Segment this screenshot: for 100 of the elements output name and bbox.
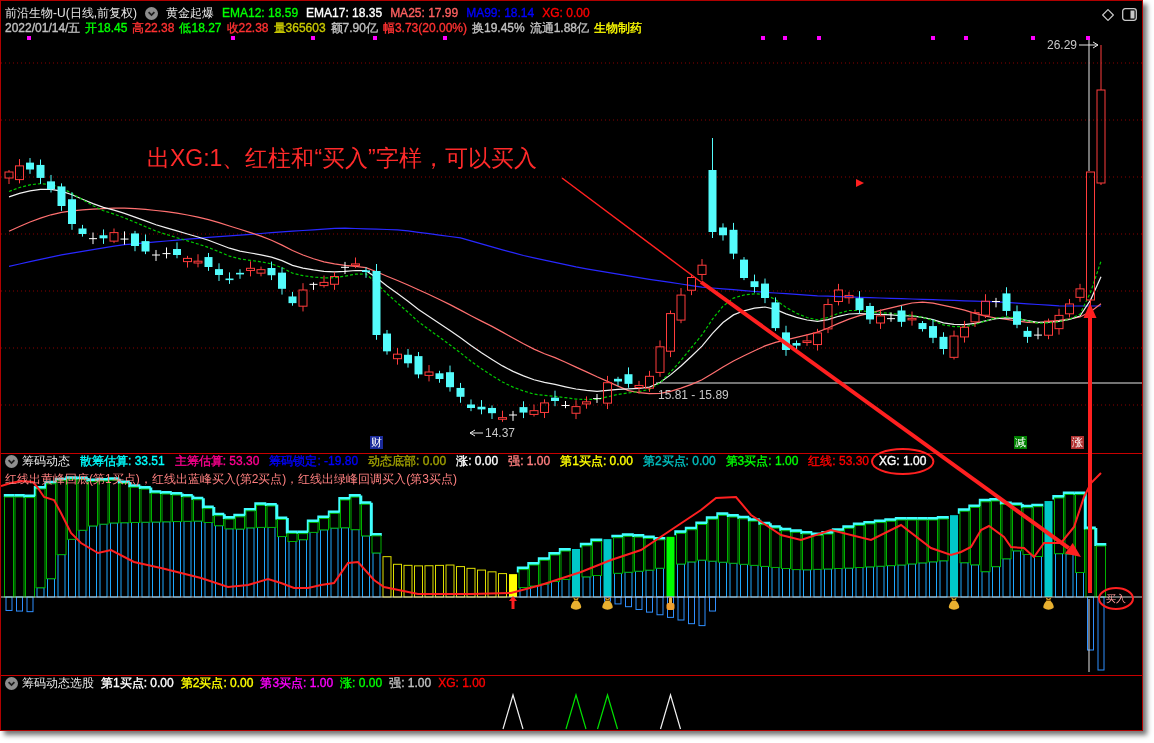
- indicator-value: 强: 1.00: [389, 676, 432, 691]
- quote-value: 开18.45: [85, 21, 128, 36]
- signal-marker-icon: [783, 36, 787, 40]
- chip-column: [498, 573, 507, 598]
- event-marker: 减: [1014, 436, 1027, 449]
- chip-column: [611, 534, 624, 605]
- pointer-arrow: [1078, 41, 1099, 49]
- buy-label: 买入: [1106, 593, 1126, 604]
- quote-value: 换19.45%: [472, 21, 525, 36]
- panel-title: 筹码动态选股: [22, 676, 94, 691]
- indicator-value: 第1买点: 0.00: [560, 454, 633, 469]
- triangle-marker-icon: [856, 179, 864, 187]
- price-label: 14.37: [485, 426, 516, 440]
- indicator-value: 涨: 0.00: [340, 676, 383, 691]
- chip-column: [477, 569, 486, 598]
- chip-column: [403, 564, 413, 598]
- signal-marker-icon: [443, 36, 447, 40]
- event-marker: 财: [370, 436, 383, 449]
- highlight-ellipse: [871, 448, 935, 475]
- money-bag-icon: [1043, 597, 1054, 610]
- chevron-down-icon[interactable]: [5, 677, 18, 690]
- indicator-value: EMA17: 18.35: [306, 6, 383, 21]
- quote-value: 高22.38: [132, 21, 175, 36]
- signal-marker-icon: [817, 36, 821, 40]
- panel-title: 筹码动态: [22, 454, 70, 469]
- chip-column: [579, 542, 592, 598]
- indicator-value: 主筹估算: 53.30: [174, 454, 260, 469]
- chip-column: [548, 552, 561, 598]
- chip-column: [779, 526, 792, 598]
- indicator-value: 涨: 0.00: [456, 454, 499, 469]
- chip-column: [789, 528, 802, 598]
- indicator-value: XG: 1.00: [879, 454, 927, 469]
- buy-signal-bar: [572, 549, 580, 597]
- pointer-arrow: [469, 429, 484, 437]
- chip-column: [527, 562, 540, 598]
- annotation-text: 出XG:1、红柱和“买入”字样，可以买入: [147, 144, 537, 172]
- indicator-value: 筹码锁定: -19.80: [269, 454, 359, 469]
- indicator-value: MA25: 17.99: [390, 6, 459, 21]
- money-bag-icon: [602, 597, 613, 610]
- chip-column: [445, 564, 455, 598]
- stock-title: 前沿生物-U(日线,前复权): [5, 6, 137, 21]
- diamond-icon[interactable]: [1102, 8, 1114, 21]
- chip-column: [800, 530, 813, 598]
- quote-value: 生物制药: [594, 21, 643, 36]
- panel-toggle-icon[interactable]: [1122, 8, 1137, 21]
- highlight-ellipse: [1098, 587, 1134, 610]
- indicator-value: 第1买点: 0.00: [101, 676, 174, 691]
- formula-name: 黄金起爆: [166, 6, 214, 21]
- chip-column: [424, 565, 434, 598]
- chip-column: [537, 557, 550, 598]
- buy-signal-bar: [603, 539, 612, 602]
- chevron-down-icon[interactable]: [5, 455, 18, 468]
- price-label: 15.81 - 15.89: [658, 388, 729, 402]
- indicator-value: 红线: 53.30: [808, 454, 869, 469]
- signal-marker-icon: [27, 36, 31, 40]
- chip-column: [296, 530, 309, 598]
- signal-marker-icon: [1086, 36, 1090, 40]
- chip-column: [435, 564, 444, 598]
- signal-marker-icon: [931, 36, 935, 40]
- chip-column: [590, 538, 603, 598]
- event-marker: 涨: [1071, 436, 1084, 449]
- signal-marker-icon: [231, 36, 235, 40]
- chip-column: [487, 571, 497, 598]
- chip-column: [414, 565, 423, 598]
- indicator-value: 第3买点: 1.00: [725, 454, 799, 469]
- signal-spike: [502, 692, 524, 730]
- indicator-value: EMA12: 18.59: [222, 6, 299, 21]
- money-bag-icon: [948, 597, 960, 610]
- chip-column: [810, 531, 823, 598]
- money-bag-icon: [570, 597, 582, 610]
- quote-value: 额7.90亿: [330, 21, 378, 36]
- indicator-value: 散筹估算: 33.51: [80, 454, 165, 469]
- chip-column: [821, 531, 834, 598]
- chip-column: [558, 548, 571, 598]
- signal-marker-icon: [373, 36, 377, 40]
- indicator-value: 强: 1.00: [508, 454, 551, 469]
- indicator-value: XG: 0.00: [542, 6, 590, 21]
- quote-value: 收22.38: [226, 21, 269, 36]
- signal-marker-icon: [1031, 36, 1035, 40]
- buy-signal-bar: [509, 574, 517, 597]
- chip-column: [393, 563, 402, 598]
- chip-column: [466, 567, 476, 598]
- quote-value: 2022/01/14/五: [5, 21, 81, 36]
- chip-column: [456, 566, 465, 598]
- pointing-hand-icon: [666, 597, 675, 610]
- signal-spike: [596, 692, 619, 730]
- chevron-down-icon[interactable]: [145, 7, 158, 20]
- quote-value: 量365603: [273, 21, 326, 36]
- indicator-value: MA99: 18.14: [466, 6, 535, 21]
- indicator-value: 第2买点: 0.00: [180, 676, 254, 691]
- signal-spike: [565, 692, 587, 730]
- up-arrow-icon: [509, 596, 517, 609]
- chip-column: [831, 528, 844, 598]
- signal-marker-icon: [761, 36, 765, 40]
- indicator-value: 第3买点: 1.00: [260, 676, 334, 691]
- signal-spike: [659, 692, 682, 730]
- quote-value: 低18.27: [179, 21, 222, 36]
- quote-value: 幅3.73(20.00%): [382, 21, 467, 36]
- signal-marker-icon: [311, 36, 315, 40]
- price-label: 26.29: [1047, 38, 1078, 52]
